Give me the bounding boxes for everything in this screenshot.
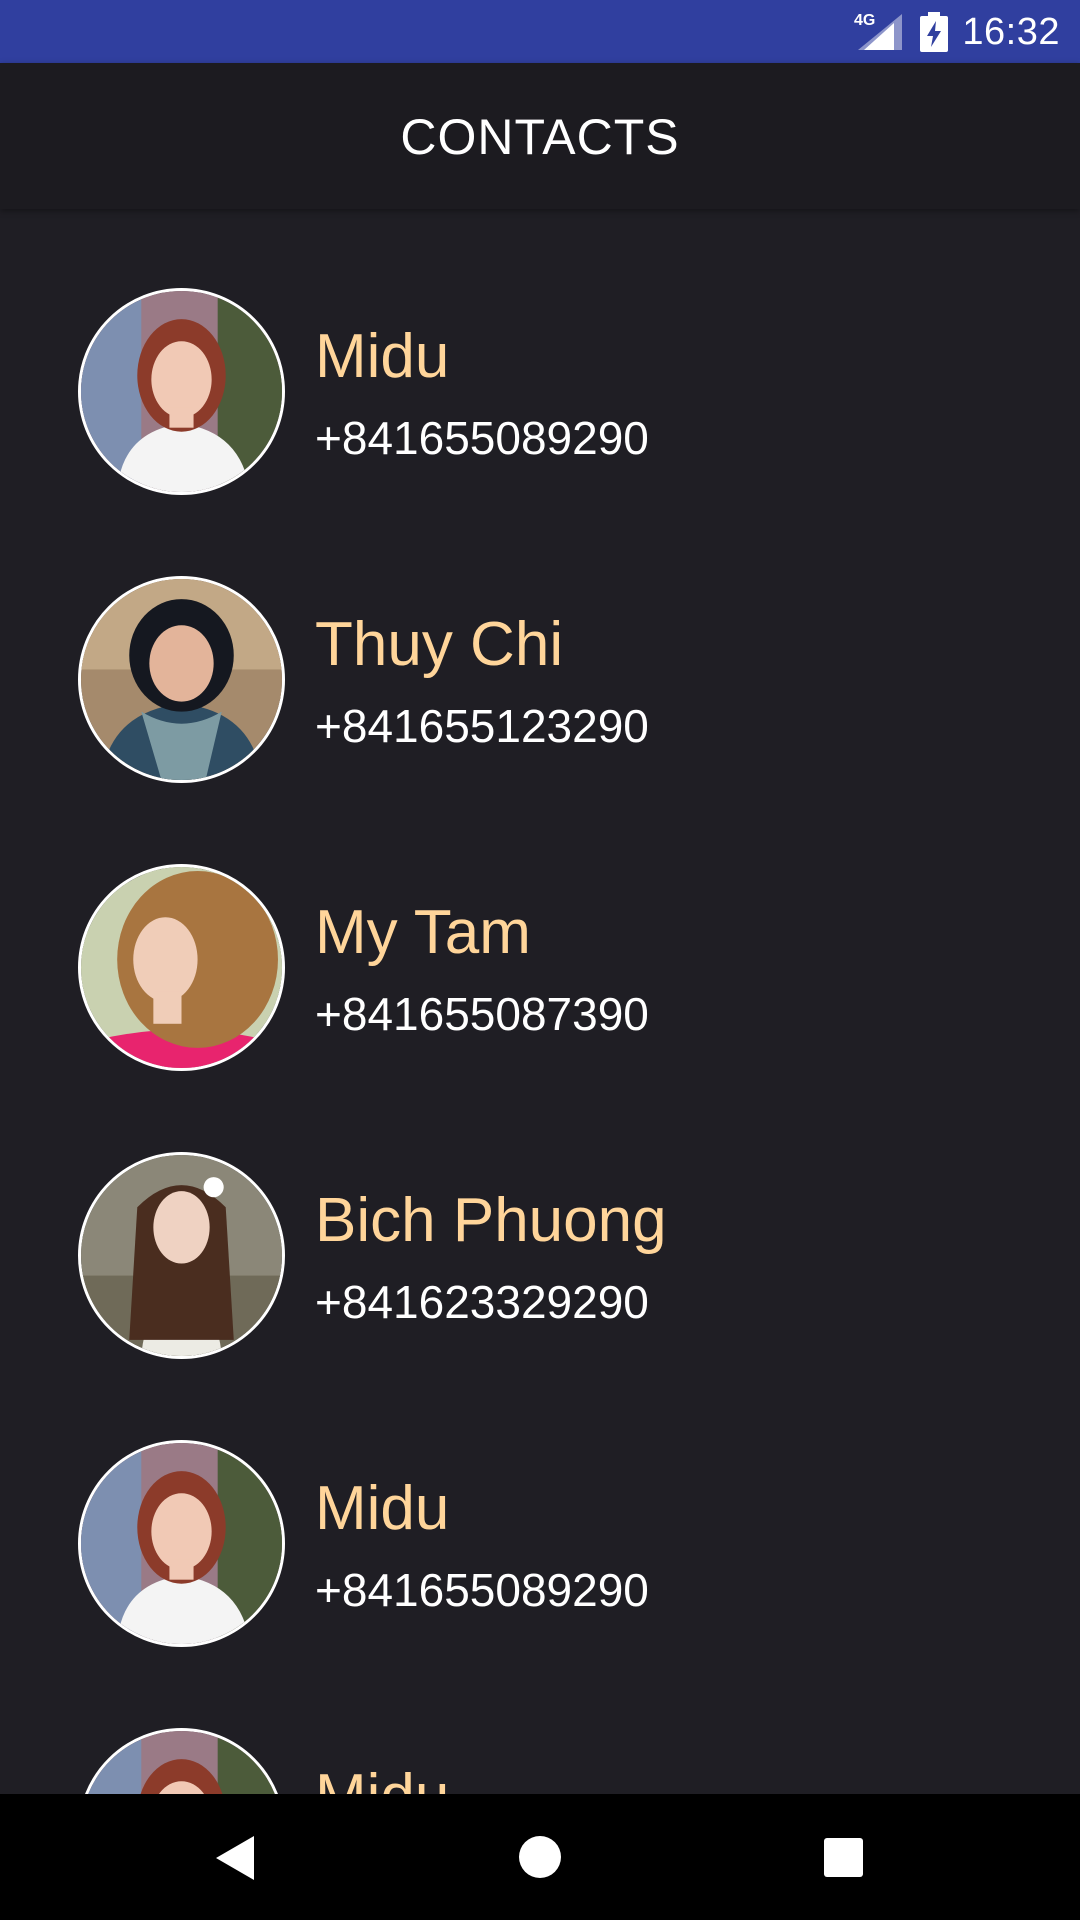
contact-name: Bich Phuong <box>315 1186 667 1255</box>
contact-item[interactable]: My Tam +841655087390 <box>0 785 1080 1073</box>
contact-phone: +841655089290 <box>315 412 649 464</box>
contact-phone: +841655123290 <box>315 700 649 752</box>
contact-item[interactable]: Bich Phuong +841623329290 <box>0 1073 1080 1361</box>
contact-phone: +841655087390 <box>315 988 649 1040</box>
back-icon <box>216 1836 254 1880</box>
app-bar: CONTACTS <box>0 63 1080 209</box>
contact-avatar <box>78 1728 285 1794</box>
home-button[interactable] <box>470 1794 610 1920</box>
contact-avatar <box>78 576 285 783</box>
recents-icon <box>824 1838 863 1877</box>
contact-name: My Tam <box>315 898 531 967</box>
contact-phone: +841655089290 <box>315 1564 649 1616</box>
clock: 16:32 <box>962 11 1060 53</box>
contact-name: Midu <box>315 1474 450 1543</box>
back-button[interactable] <box>166 1794 306 1920</box>
home-icon <box>519 1836 561 1878</box>
contact-avatar <box>78 1440 285 1647</box>
page-title: CONTACTS <box>400 109 680 165</box>
contact-name: Midu <box>315 1761 449 1794</box>
contact-name: Midu <box>315 322 450 391</box>
contact-avatar <box>78 864 285 1071</box>
contact-item[interactable]: Midu <box>0 1649 1080 1794</box>
battery-charging-icon <box>920 12 948 52</box>
contact-avatar <box>78 288 285 495</box>
avatar-photo <box>81 867 282 1068</box>
contact-item[interactable]: Midu +841655089290 <box>0 209 1080 497</box>
contact-avatar <box>78 1152 285 1359</box>
contact-list[interactable]: Midu +841655089290 Thuy Chi +84165512329… <box>0 209 1080 1794</box>
recents-button[interactable] <box>774 1794 914 1920</box>
contact-item[interactable]: Midu +841655089290 <box>0 1361 1080 1649</box>
signal-icon <box>858 14 902 50</box>
navigation-bar <box>0 1794 1080 1920</box>
avatar-photo <box>81 1155 282 1356</box>
avatar-photo <box>81 291 282 492</box>
contact-name: Thuy Chi <box>315 610 564 679</box>
avatar-photo <box>81 579 282 780</box>
contact-phone: +841623329290 <box>315 1276 649 1328</box>
status-bar: 4G 16:32 <box>0 0 1080 63</box>
avatar-photo <box>81 1443 282 1644</box>
avatar-photo <box>81 1731 282 1794</box>
contact-item[interactable]: Thuy Chi +841655123290 <box>0 497 1080 785</box>
